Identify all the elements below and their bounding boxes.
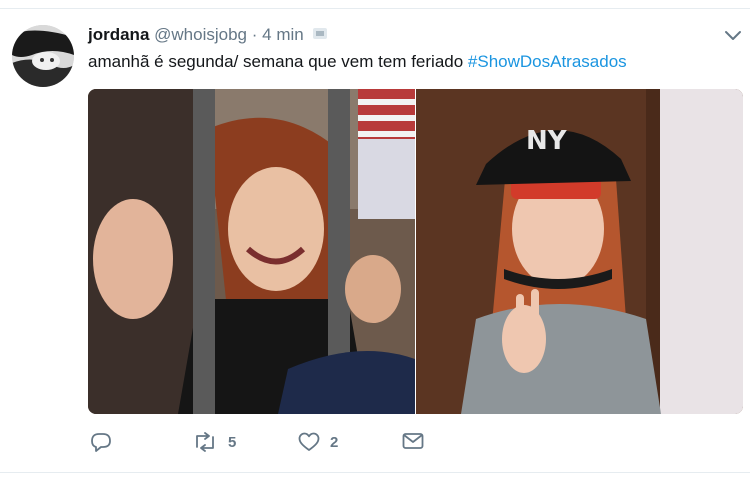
heart-icon <box>298 432 320 451</box>
display-name[interactable]: jordana <box>88 25 149 44</box>
photo-left[interactable] <box>88 89 415 414</box>
bottom-divider <box>0 472 750 473</box>
photo-right[interactable]: NY <box>416 89 743 414</box>
chevron-down-icon[interactable] <box>722 26 744 44</box>
retweet-icon <box>196 432 214 452</box>
tweet-actions: 5 2 <box>88 432 488 460</box>
envelope-icon <box>402 433 424 449</box>
header-separator: · <box>251 25 258 44</box>
reply-icon <box>91 433 111 452</box>
top-divider <box>0 8 750 9</box>
retweet-button[interactable]: 5 <box>192 432 236 452</box>
timestamp[interactable]: 4 min <box>262 25 304 44</box>
like-count: 2 <box>330 433 339 451</box>
tweet-header: jordana @whoisjobg · 4 min <box>88 25 328 45</box>
photo-portrait-image: NY <box>416 89 743 414</box>
media-grid: NY <box>88 89 743 414</box>
hashtag-link[interactable]: #ShowDosAtrasados <box>468 52 627 71</box>
tweet-text: amanhã é segunda/ semana que vem tem fer… <box>88 52 627 72</box>
device-badge-icon <box>313 28 328 39</box>
tweet-body: amanhã é segunda/ semana que vem tem fer… <box>88 52 468 71</box>
user-handle[interactable]: @whoisjobg <box>154 25 247 44</box>
avatar-image <box>12 25 74 87</box>
photo-crowd-image <box>88 89 415 414</box>
message-button[interactable] <box>402 432 424 450</box>
like-button[interactable]: 2 <box>298 432 338 452</box>
avatar[interactable] <box>12 25 74 87</box>
retweet-count: 5 <box>228 433 237 451</box>
reply-button[interactable] <box>90 432 112 452</box>
svg-text:NY: NY <box>526 126 568 156</box>
